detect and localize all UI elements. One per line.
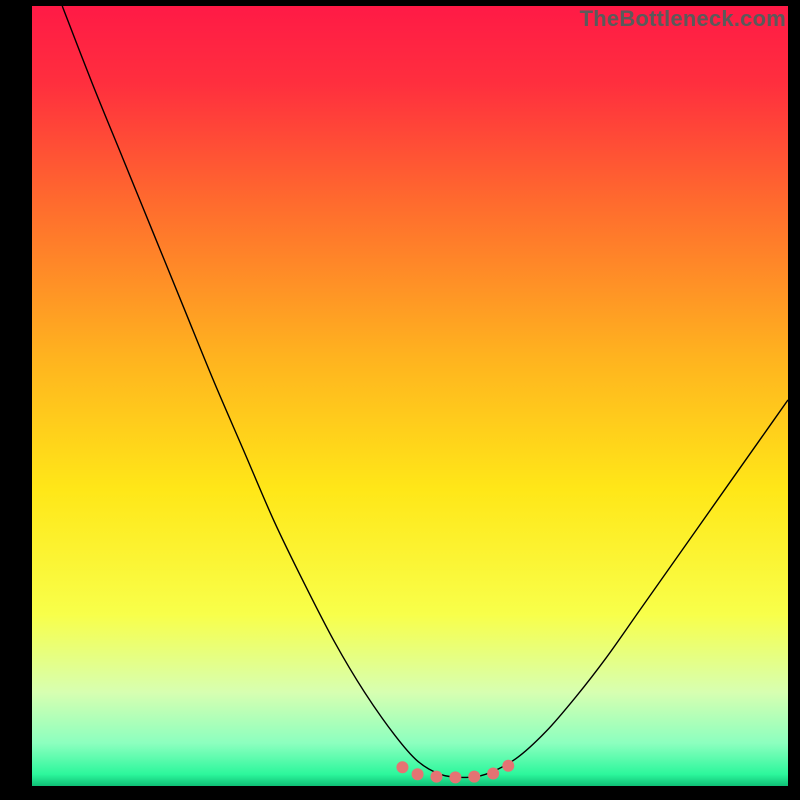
trough-dot	[487, 768, 499, 780]
trough-dot	[502, 760, 514, 772]
trough-dot	[430, 771, 442, 783]
bottleneck-chart	[32, 6, 788, 786]
chart-frame	[32, 6, 788, 786]
trough-dot	[396, 761, 408, 773]
trough-dot	[468, 771, 480, 783]
watermark-label: TheBottleneck.com	[580, 6, 786, 32]
trough-dot	[412, 768, 424, 780]
gradient-backdrop	[32, 6, 788, 786]
trough-dot	[449, 771, 461, 783]
